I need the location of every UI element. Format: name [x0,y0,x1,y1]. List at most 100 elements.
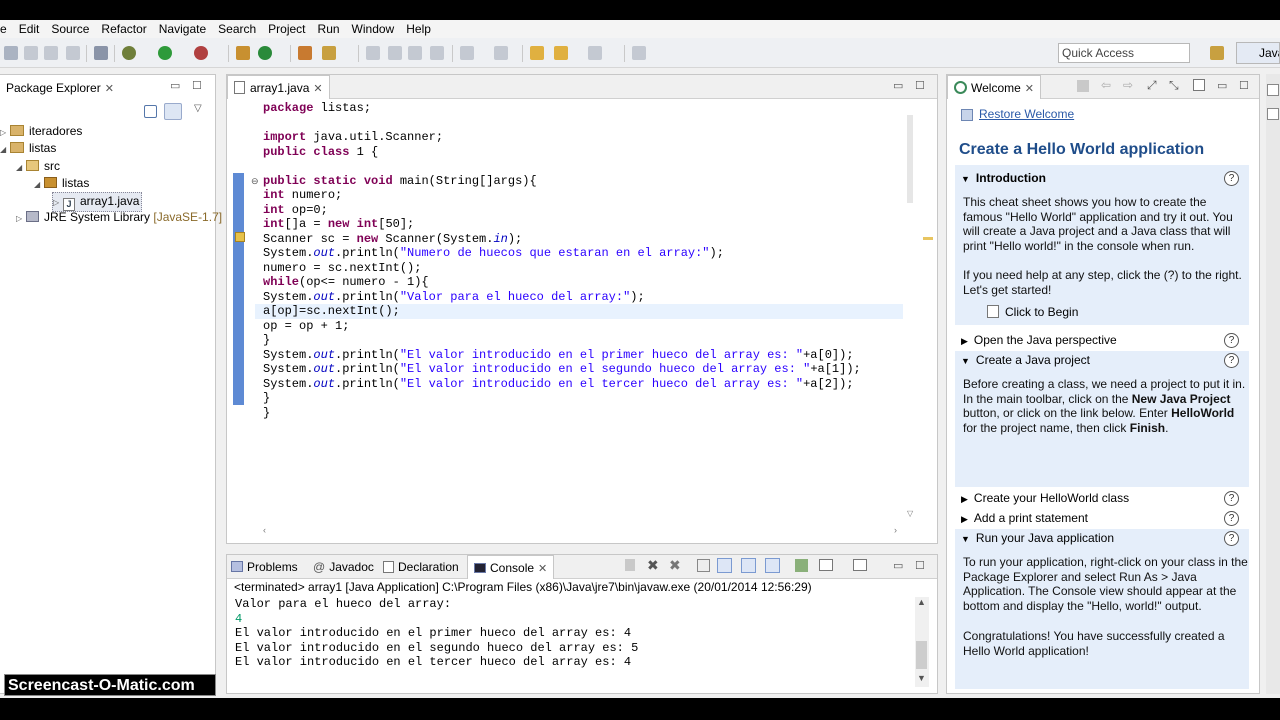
open-perspective-icon[interactable] [1210,46,1224,60]
skip-breakpoints-icon[interactable] [94,46,108,60]
tab-problems[interactable]: Problems [231,555,298,579]
maximize-icon[interactable]: ☐ [915,79,925,92]
toggle-word-wrap-icon[interactable] [430,46,444,60]
scroll-left-icon[interactable]: ‹ [263,525,266,535]
help-icon[interactable]: ? [1224,171,1239,186]
close-icon[interactable]: ✕ [105,83,114,95]
tree-item-iteradores[interactable]: ▷ iteradores [0,123,82,141]
save-icon[interactable] [24,46,38,60]
trim-icon[interactable] [1267,108,1279,120]
pin-editor-icon[interactable] [632,46,646,60]
trim-icon[interactable] [1267,84,1279,96]
collapse-icon[interactable]: ◢ [0,142,10,158]
close-icon[interactable]: ✕ [538,563,547,575]
tree-item-listas-package[interactable]: ◢ listas [34,175,89,193]
close-icon[interactable]: ✕ [1025,83,1034,95]
code-line[interactable]: numero = sc.nextInt(); [263,261,421,276]
help-icon[interactable]: ? [1224,353,1239,368]
code-line[interactable]: int[]a = new int[50]; [263,217,414,232]
expand-all-icon[interactable]: ⤢ [1147,78,1157,93]
code-line[interactable]: Scanner sc = new Scanner(System.in); [263,232,522,247]
fold-collapse-icon[interactable]: ⊖ [251,176,259,187]
code-line[interactable]: System.out.println("El valor introducido… [263,348,854,363]
menu-navigate[interactable]: Navigate [153,20,212,38]
run-external-tools-icon[interactable] [194,46,208,60]
menu-search[interactable]: Search [212,20,262,38]
scroll-up-icon[interactable]: ▲ [917,597,926,607]
clear-console-icon[interactable] [697,559,710,572]
section-open-perspective[interactable]: ▶ Open the Java perspective ? [955,331,1247,349]
collapse-all-icon[interactable] [144,105,157,118]
close-icon[interactable]: ✕ [313,83,322,95]
code-line[interactable]: package listas; [263,101,371,116]
scroll-lock-icon[interactable] [717,558,732,573]
help-icon[interactable]: ? [1224,531,1239,546]
code-line[interactable]: import java.util.Scanner; [263,130,443,145]
minimize-icon[interactable]: ▭ [1217,79,1227,92]
code-line[interactable]: System.out.println("Valor para el hueco … [263,290,645,305]
new-java-project-icon[interactable] [236,46,250,60]
search-icon[interactable] [322,46,336,60]
editor-vertical-scrollbar[interactable]: ▽ [905,101,919,527]
display-selected-console-icon[interactable] [819,559,833,571]
tab-declaration[interactable]: Declaration [383,555,459,579]
collapse-icon[interactable]: ▼ [961,534,970,544]
menu-run[interactable]: Run [312,20,346,38]
collapse-all-icon[interactable]: ⤡ [1169,78,1179,93]
scroll-right-icon[interactable]: › [894,525,897,535]
expand-icon[interactable]: ▶ [961,336,968,346]
debug-icon[interactable] [122,46,136,60]
menu-edit[interactable]: Edit [13,20,46,38]
code-line[interactable]: public class 1 { [263,145,378,160]
restore-icon[interactable] [1193,79,1205,91]
create-project-header[interactable]: ▼ Create a Java project ? [955,351,1247,369]
warning-marker[interactable] [923,237,933,240]
tree-item-src[interactable]: ◢ src [16,158,60,176]
scroll-down-icon[interactable]: ▽ [907,509,913,518]
code-line[interactable]: System.out.println("El valor introducido… [263,377,854,392]
open-console-icon[interactable] [853,559,867,571]
tab-javadoc[interactable]: @ Javadoc [313,555,374,579]
back-icon[interactable] [554,46,568,60]
code-line[interactable]: } [263,406,270,421]
collapse-icon[interactable]: ▼ [961,356,970,366]
section-print-statement[interactable]: ▶ Add a print statement ? [955,509,1247,527]
print-icon[interactable] [66,46,80,60]
terminate-icon[interactable] [625,559,635,571]
editor-tab-array1-java[interactable]: array1.java ✕ [227,75,330,99]
menu-window[interactable]: Window [346,20,401,38]
quick-access-input[interactable]: Quick Access [1058,43,1190,63]
forward-icon[interactable] [588,46,602,60]
code-line[interactable]: System.out.println("Numero de huecos que… [263,246,724,261]
intro-header[interactable]: ▼ Introduction ? [955,169,1247,187]
code-area[interactable]: package listas;​import java.util.Scanner… [263,101,903,521]
menu-help[interactable]: Help [400,20,437,38]
scroll-down-icon[interactable]: ▼ [917,673,926,683]
pin-console-icon[interactable] [795,559,808,572]
code-line[interactable]: public static void main(String[]args){ [263,174,537,189]
section-create-class[interactable]: ▶ Create your HelloWorld class ? [955,489,1247,507]
code-line[interactable]: int op=0; [263,203,328,218]
expand-icon[interactable]: ▶ [961,514,968,524]
new-icon[interactable] [4,46,18,60]
restore-welcome-link[interactable]: Restore Welcome [979,107,1074,121]
run-app-header[interactable]: ▼ Run your Java application ? [955,529,1247,547]
expand-icon[interactable]: ▶ [961,494,968,504]
code-line[interactable]: a[op]=sc.nextInt(); [263,304,400,319]
collapse-icon[interactable]: ▼ [961,174,970,184]
menu-file-fragment[interactable]: e [0,20,13,38]
package-explorer-tab[interactable]: Package Explorer ✕ [0,75,124,101]
tab-console[interactable]: Console ✕ [467,555,555,579]
java-perspective-button[interactable]: Java [1236,42,1280,64]
toggle-block-selection-icon[interactable] [388,46,402,60]
run-icon[interactable] [158,46,172,60]
view-menu-icon[interactable]: ▽ [194,103,202,114]
show-on-error-icon[interactable] [765,558,780,573]
code-line[interactable]: while(op<= numero - 1){ [263,275,429,290]
new-java-class-icon[interactable] [258,46,272,60]
code-line[interactable]: } [263,391,270,406]
editor-horizontal-scrollbar[interactable]: ‹ › [257,525,903,539]
link-with-editor-icon[interactable] [164,103,182,120]
console-vertical-scrollbar[interactable]: ▲ ▼ [915,597,929,687]
menu-refactor[interactable]: Refactor [95,20,152,38]
